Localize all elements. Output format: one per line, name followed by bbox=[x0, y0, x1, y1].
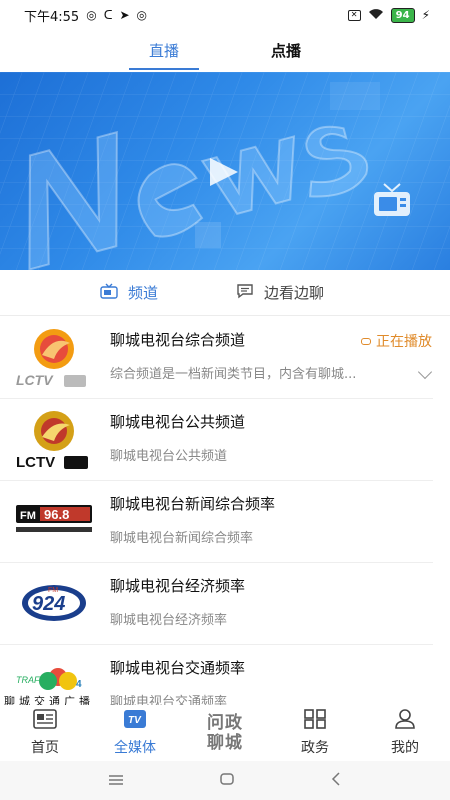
nav-mine-label: 我的 bbox=[391, 740, 419, 756]
channel-desc: 聊城电视台公共频道 bbox=[110, 449, 228, 464]
svg-text:TRAFFIC: TRAFFIC bbox=[16, 675, 54, 685]
tab-live[interactable]: 直播 bbox=[128, 30, 200, 72]
menu-icon[interactable] bbox=[108, 771, 124, 790]
svg-text:LCTV: LCTV bbox=[16, 372, 54, 388]
home-icon[interactable] bbox=[219, 771, 235, 790]
top-tabs: 直播 点播 bbox=[0, 30, 450, 72]
nav-all-media[interactable]: TV 全媒体 bbox=[95, 709, 175, 757]
playing-icon bbox=[361, 337, 371, 345]
svg-text:96.8: 96.8 bbox=[44, 507, 69, 522]
nav-home-label: 首页 bbox=[31, 740, 59, 756]
wenzheng-logo: 问政 聊城 bbox=[207, 713, 243, 753]
chevron-down-icon[interactable] bbox=[417, 364, 433, 380]
channel-title: 聊城电视台综合频道 bbox=[110, 331, 246, 349]
channel-desc: 聊城电视台新闻综合频率 bbox=[110, 531, 254, 546]
chat-icon bbox=[236, 283, 254, 303]
fm-968-logo: FM 96.8 bbox=[14, 489, 94, 553]
status-time: 下午4:55 bbox=[24, 9, 80, 25]
svg-text:FM: FM bbox=[20, 510, 36, 522]
tv-small-icon bbox=[100, 283, 118, 303]
wenzheng-line2: 聊城 bbox=[207, 733, 243, 753]
app-notification-icon: ᑕ bbox=[103, 8, 113, 22]
bottom-nav: 首页 TV 全媒体 问政 聊城 政务 我的 bbox=[0, 705, 450, 761]
back-icon[interactable] bbox=[330, 771, 342, 790]
channel-title: 聊城电视台公共频道 bbox=[110, 413, 246, 431]
svg-text:LCTV: LCTV bbox=[16, 454, 55, 471]
tab-channels-label: 频道 bbox=[128, 284, 159, 302]
channel-list: LCTV 聊城电视台综合频道 正在播放 综合频道是一档新闻类节目，内含有聊城..… bbox=[0, 317, 450, 727]
nav-all-media-label: 全媒体 bbox=[114, 740, 156, 756]
tab-channels[interactable]: 频道 bbox=[100, 282, 158, 303]
battery-icon: 94 bbox=[390, 7, 415, 23]
lctv-zonghe-logo: LCTV bbox=[14, 325, 94, 389]
notification-icon: ◎ bbox=[86, 8, 97, 22]
channel-desc: 聊城电视台经济频率 bbox=[110, 613, 228, 628]
list-item[interactable]: LCTV 聊城电视台公共频道 聊城电视台公共频道 bbox=[0, 399, 450, 481]
tab-watch-and-chat-label: 边看边聊 bbox=[264, 284, 325, 302]
svg-text:4: 4 bbox=[76, 679, 82, 690]
channel-title: 聊城电视台新闻综合频率 bbox=[110, 495, 276, 513]
lctv-gonggong-logo: LCTV bbox=[14, 407, 94, 471]
fm-924-logo: 924 FM bbox=[14, 571, 94, 635]
nav-home[interactable]: 首页 bbox=[5, 709, 85, 757]
list-item[interactable]: LCTV 聊城电视台综合频道 正在播放 综合频道是一档新闻类节目，内含有聊城..… bbox=[0, 317, 450, 399]
svg-text:FM: FM bbox=[48, 587, 58, 594]
status-bar: 下午4:55 ◎ ᑕ ➤ ◎ ✕ 94 ⚡ bbox=[0, 0, 450, 30]
list-item[interactable]: 924 FM 聊城电视台经济频率 聊城电视台经济频率 bbox=[0, 563, 450, 645]
grid-icon bbox=[304, 709, 326, 733]
channel-desc: 综合频道是一档新闻类节目，内含有聊城... bbox=[110, 367, 357, 382]
tab-watch-and-chat[interactable]: 边看边聊 bbox=[236, 282, 324, 303]
play-icon[interactable] bbox=[210, 158, 238, 186]
list-item[interactable]: FM 96.8 聊城电视台新闻综合频率 聊城电视台新闻综合频率 bbox=[0, 481, 450, 563]
person-icon bbox=[394, 709, 416, 733]
nav-government-label: 政务 bbox=[301, 740, 329, 756]
nav-mine[interactable]: 我的 bbox=[365, 709, 445, 757]
nav-wenzheng[interactable]: 问政 聊城 bbox=[185, 713, 265, 753]
news-icon bbox=[33, 709, 57, 733]
now-playing-badge: 正在播放 bbox=[361, 331, 432, 351]
nav-government[interactable]: 政务 bbox=[275, 709, 355, 757]
now-playing-label: 正在播放 bbox=[376, 334, 432, 350]
tv-badge-icon: TV bbox=[123, 709, 147, 733]
location-icon: ➤ bbox=[119, 8, 130, 22]
wifi-icon bbox=[368, 8, 384, 22]
notification-icon-2: ◎ bbox=[136, 8, 147, 22]
system-nav-bar bbox=[0, 761, 450, 800]
tab-on-demand[interactable]: 点播 bbox=[251, 30, 321, 72]
svg-text:924: 924 bbox=[32, 593, 65, 615]
wenzheng-line1: 问政 bbox=[207, 713, 243, 733]
sim-icon: ✕ bbox=[347, 9, 361, 21]
video-player-banner[interactable] bbox=[0, 72, 450, 270]
channel-title: 聊城电视台经济频率 bbox=[110, 577, 246, 595]
charging-icon: ⚡ bbox=[421, 8, 430, 22]
channel-tabs: 频道 边看边聊 bbox=[0, 270, 450, 316]
svg-text:TV: TV bbox=[128, 715, 142, 726]
channel-title: 聊城电视台交通频率 bbox=[110, 659, 246, 677]
